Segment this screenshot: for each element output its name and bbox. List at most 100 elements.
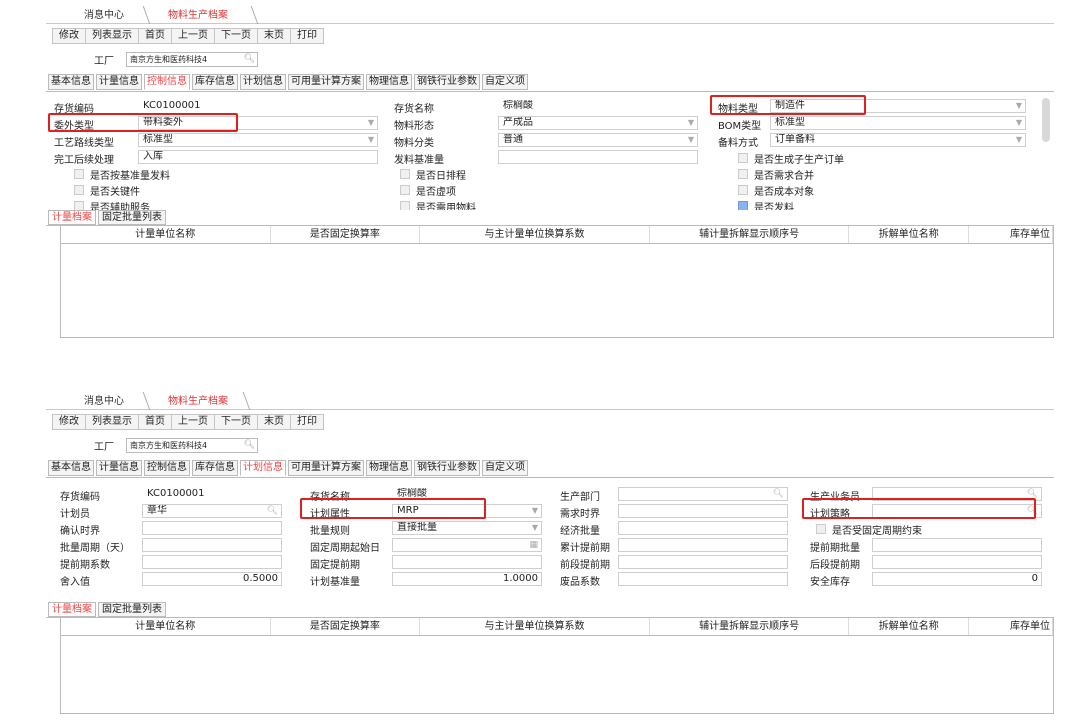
tab-material-production[interactable]: 物料生产档案 [154, 394, 242, 410]
tab-basic-info[interactable]: 基本信息 [48, 74, 94, 90]
stock-select[interactable]: 订单备料 ▼ [770, 133, 1026, 147]
prev-page-button[interactable]: 上一页 [171, 414, 215, 430]
tab-fixed-batch[interactable]: 固定批量列表 [98, 602, 166, 617]
search-icon[interactable]: 🔍︎ [244, 53, 255, 66]
tab-custom[interactable]: 自定义项 [482, 74, 528, 90]
tab-plan-info[interactable]: 计划信息 [240, 74, 286, 90]
cost-checkbox[interactable] [738, 185, 748, 195]
need-material-checkbox[interactable] [400, 201, 410, 210]
factory-input[interactable]: 南京方生和医药科技4 🔍︎ [126, 51, 258, 67]
first-page-button[interactable]: 首页 [138, 28, 172, 44]
search-icon[interactable]: 🔍︎ [267, 505, 278, 517]
after-select[interactable]: 入库 [138, 150, 378, 164]
fixed-lead-input[interactable] [392, 555, 542, 569]
chevron-down-icon: ▼ [1015, 101, 1022, 110]
tab-basic-info[interactable]: 基本信息 [48, 460, 94, 476]
col-split-unit[interactable]: 拆解单位名称 [849, 618, 970, 635]
tab-plan-info[interactable]: 计划信息 [240, 460, 286, 476]
virtual-checkbox[interactable] [400, 185, 410, 195]
tab-control-info[interactable]: 控制信息 [144, 74, 190, 90]
key-part-checkbox[interactable] [74, 185, 84, 195]
tab-measure-archive[interactable]: 计量档案 [48, 602, 96, 617]
col-stock-unit[interactable]: 库存单位 [969, 226, 1053, 243]
tab-control-info[interactable]: 控制信息 [144, 460, 190, 476]
issue-base-input[interactable] [498, 150, 698, 164]
scrap-input[interactable] [618, 572, 788, 586]
pre-batch-input[interactable] [872, 538, 1042, 552]
route-select[interactable]: 标准型 ▼ [138, 133, 378, 147]
list-view-button[interactable]: 列表显示 [85, 414, 139, 430]
tab-message-center[interactable]: 消息中心 [70, 8, 138, 24]
next-page-button[interactable]: 下一页 [214, 414, 258, 430]
next-page-button[interactable]: 下一页 [214, 28, 258, 44]
sub-order-checkbox[interactable] [738, 153, 748, 163]
tab-availability[interactable]: 可用量计算方案 [288, 460, 364, 476]
edit-button[interactable]: 修改 [52, 28, 86, 44]
rule-select[interactable]: 直接批量 ▼ [392, 521, 542, 535]
dept-input[interactable]: 🔍︎ [618, 487, 788, 501]
tab-measure-info[interactable]: 计量信息 [96, 460, 142, 476]
tab-measure-info[interactable]: 计量信息 [96, 74, 142, 90]
cum-input[interactable] [618, 538, 788, 552]
tab-stock-info[interactable]: 库存信息 [192, 74, 238, 90]
tab-steel-params[interactable]: 钢铁行业参数 [414, 460, 480, 476]
tab-fixed-batch[interactable]: 固定批量列表 [98, 210, 166, 225]
base-issue-checkbox[interactable] [74, 169, 84, 179]
service-checkbox[interactable] [74, 201, 84, 210]
back-input[interactable] [872, 555, 1042, 569]
col-conversion[interactable]: 与主计量单位换算系数 [420, 618, 650, 635]
merge-checkbox[interactable] [738, 169, 748, 179]
round-input[interactable]: 0.5000 [142, 572, 282, 586]
fence-input[interactable] [618, 504, 788, 518]
edit-button[interactable]: 修改 [52, 414, 86, 430]
search-icon[interactable]: 🔍︎ [244, 439, 255, 452]
col-display-order[interactable]: 辅计量拆解显示顺序号 [650, 226, 850, 243]
tab-physical-info[interactable]: 物理信息 [366, 74, 412, 90]
bom-select[interactable]: 标准型 ▼ [770, 116, 1026, 130]
last-page-button[interactable]: 末页 [257, 414, 291, 430]
col-fixed-rate[interactable]: 是否固定换算率 [271, 226, 421, 243]
col-fixed-rate[interactable]: 是否固定换算率 [271, 618, 421, 635]
tab-physical-info[interactable]: 物理信息 [366, 460, 412, 476]
cycle-input[interactable] [142, 538, 282, 552]
confirm-input[interactable] [142, 521, 282, 535]
col-unit-name[interactable]: 计量单位名称 [61, 226, 271, 243]
planner-input[interactable]: 章华 🔍︎ [142, 504, 282, 518]
measure-grid: 计量单位名称 是否固定换算率 与主计量单位换算系数 辅计量拆解显示顺序号 拆解单… [60, 618, 1054, 714]
col-display-order[interactable]: 辅计量拆解显示顺序号 [650, 618, 850, 635]
scrollbar[interactable] [1042, 98, 1050, 142]
last-page-button[interactable]: 末页 [257, 28, 291, 44]
col-conversion[interactable]: 与主计量单位换算系数 [420, 226, 650, 243]
tab-availability[interactable]: 可用量计算方案 [288, 74, 364, 90]
front-input[interactable] [618, 555, 788, 569]
print-button[interactable]: 打印 [290, 414, 324, 430]
tab-message-center[interactable]: 消息中心 [70, 394, 138, 410]
tab-steel-params[interactable]: 钢铁行业参数 [414, 74, 480, 90]
tab-measure-archive[interactable]: 计量档案 [48, 210, 96, 225]
tab-material-production[interactable]: 物料生产档案 [154, 8, 242, 24]
search-icon[interactable]: 🔍︎ [773, 488, 784, 500]
base-input[interactable]: 1.0000 [392, 572, 542, 586]
prev-page-button[interactable]: 上一页 [171, 28, 215, 44]
first-page-button[interactable]: 首页 [138, 414, 172, 430]
safety-input[interactable]: 0 [872, 572, 1042, 586]
list-view-button[interactable]: 列表显示 [85, 28, 139, 44]
factory-input[interactable]: 南京方生和医药科技4 🔍︎ [126, 437, 258, 453]
form-select[interactable]: 产成品 ▼ [498, 116, 698, 130]
col-split-unit[interactable]: 拆解单位名称 [849, 226, 970, 243]
inv-code-value: KC0100001 [138, 99, 378, 113]
col-stock-unit[interactable]: 库存单位 [969, 618, 1053, 635]
coef-input[interactable] [142, 555, 282, 569]
tab-stock-info[interactable]: 库存信息 [192, 460, 238, 476]
daily-checkbox[interactable] [400, 169, 410, 179]
col-unit-name[interactable]: 计量单位名称 [61, 618, 271, 635]
tab-custom[interactable]: 自定义项 [482, 460, 528, 476]
fixed-cycle-checkbox[interactable] [816, 524, 826, 534]
eco-input[interactable] [618, 521, 788, 535]
class-select[interactable]: 普通 ▼ [498, 133, 698, 147]
issue-checkbox[interactable] [738, 201, 748, 210]
print-button[interactable]: 打印 [290, 28, 324, 44]
calendar-icon[interactable]: ▦ [529, 539, 538, 551]
page-tab-bar: 消息中心 物料生产档案 [46, 6, 1054, 24]
start-input[interactable]: ▦ [392, 538, 542, 552]
